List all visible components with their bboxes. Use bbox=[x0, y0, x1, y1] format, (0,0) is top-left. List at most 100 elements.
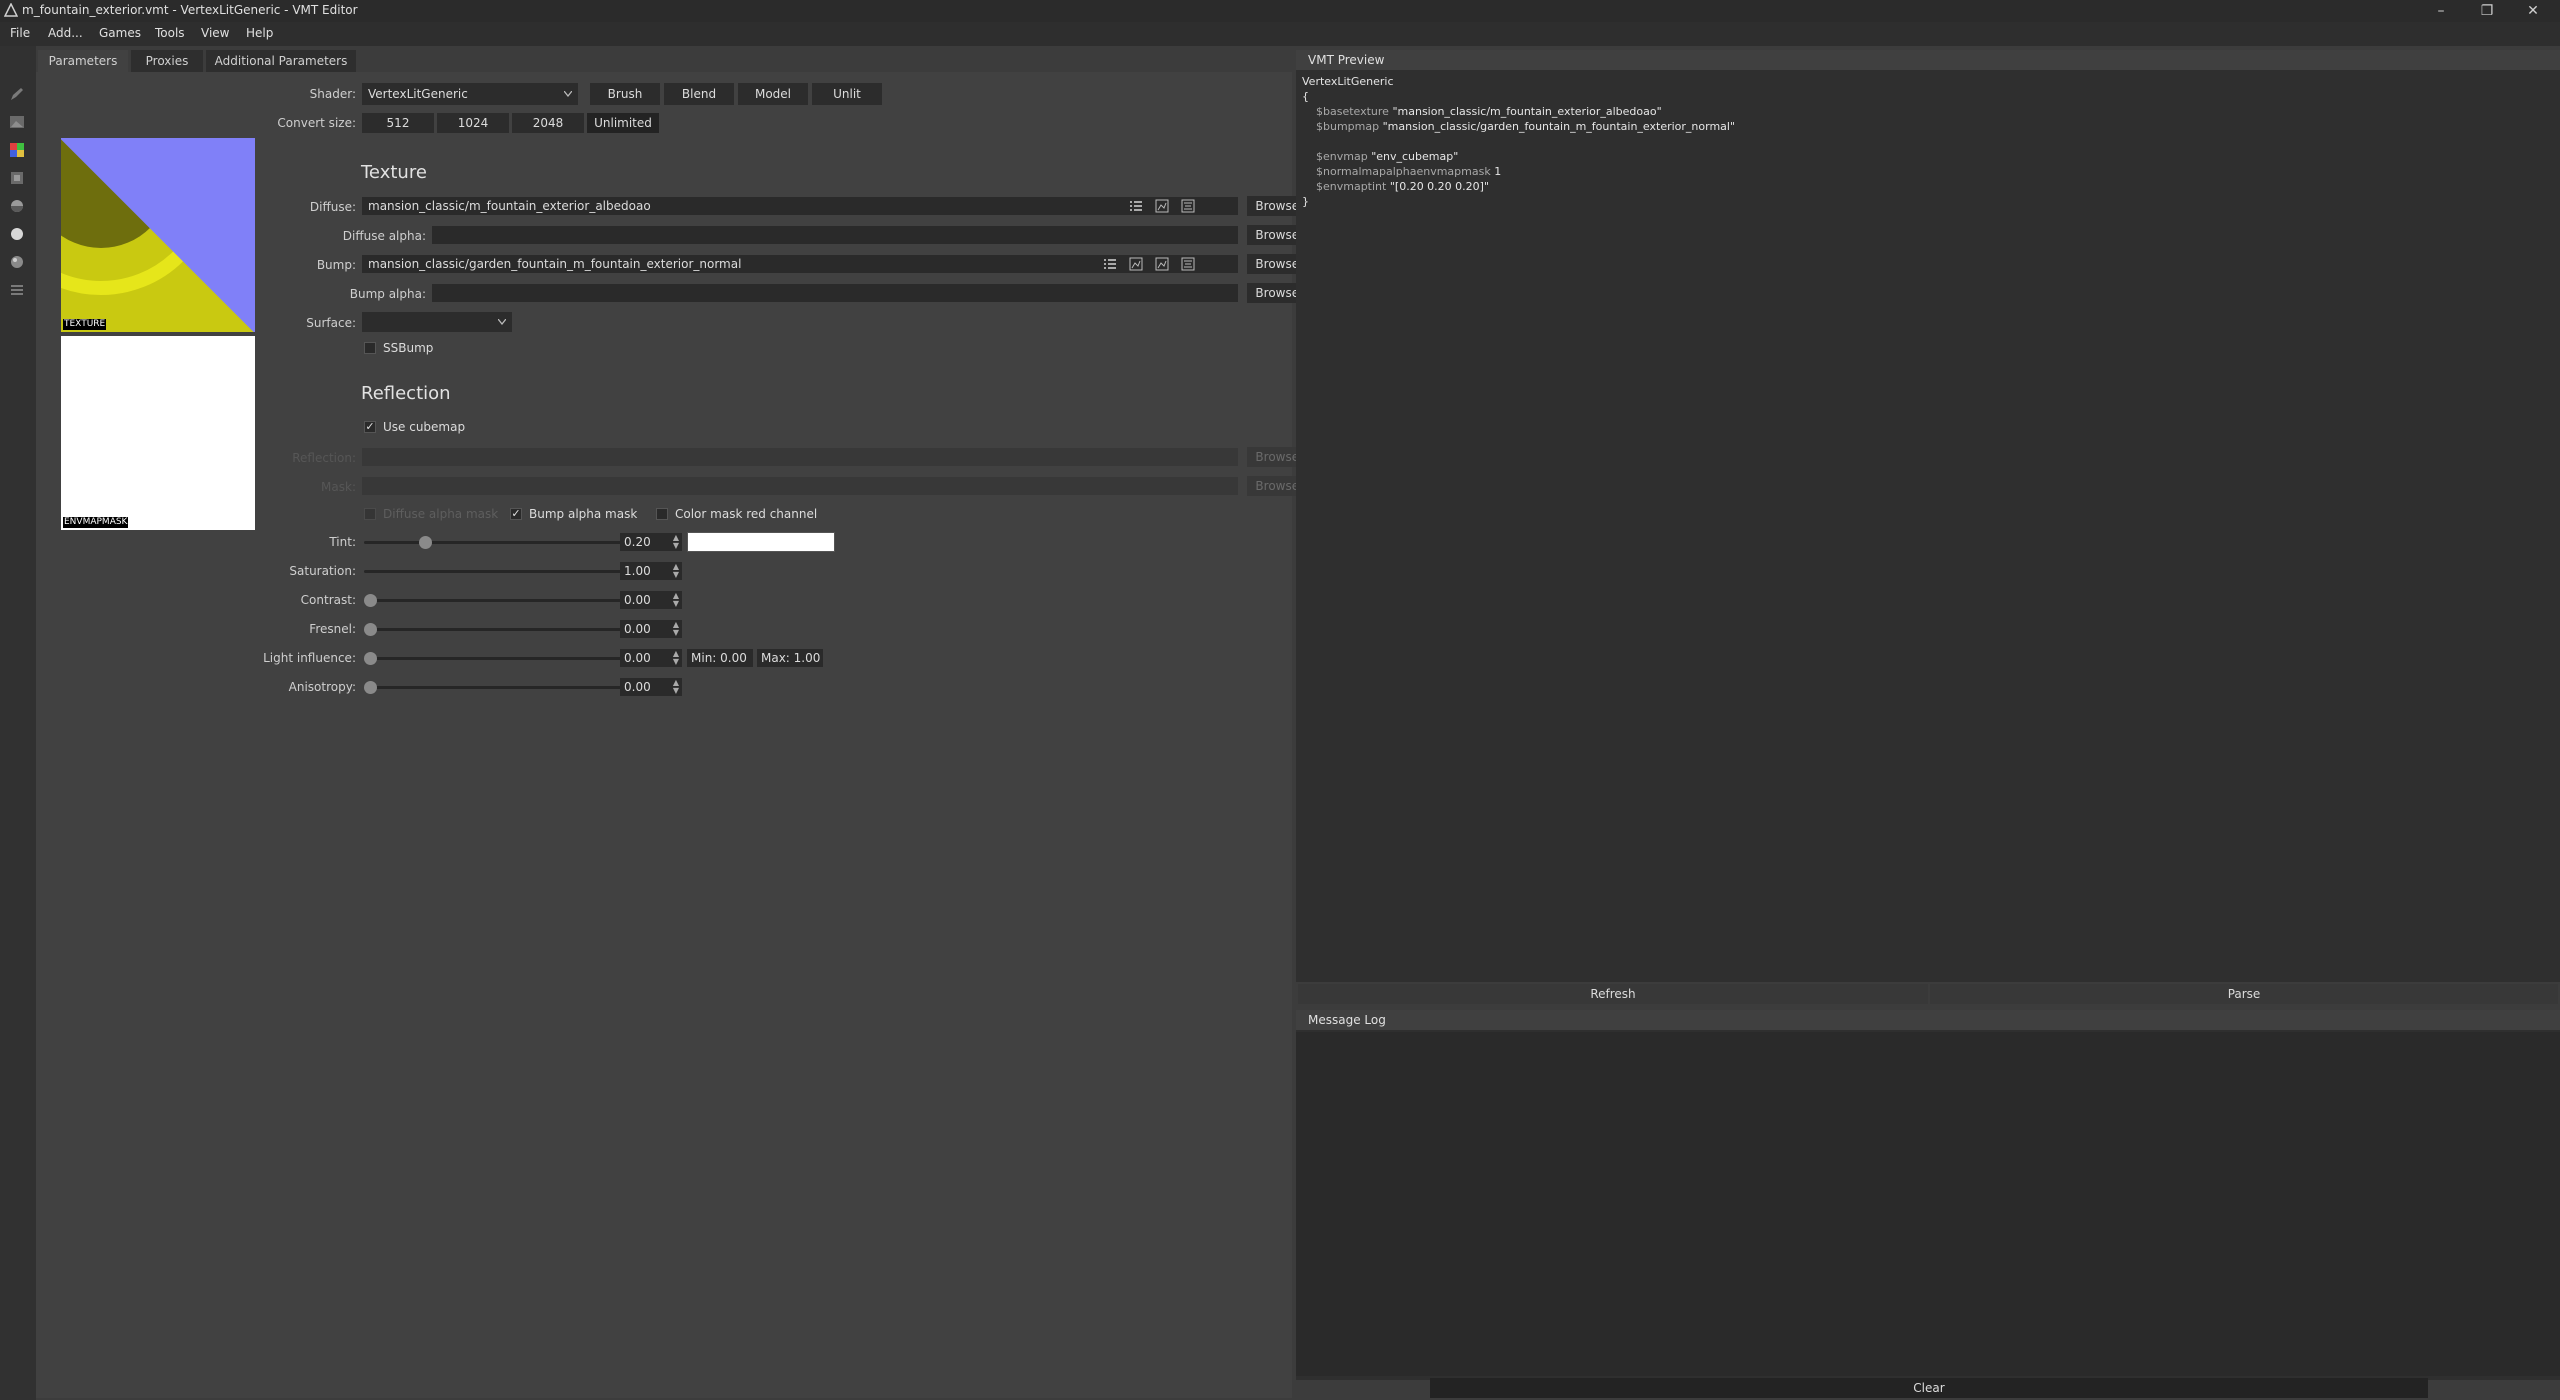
contrast-slider-handle[interactable] bbox=[364, 594, 377, 607]
fresnel-spinbox[interactable]: 0.00 ▲ ▼ bbox=[620, 620, 682, 638]
cubemap-label: Reflection: bbox=[292, 451, 356, 465]
unlit-button[interactable]: Unlit bbox=[812, 83, 882, 105]
menu-help[interactable]: Help bbox=[246, 26, 273, 40]
list-icon[interactable] bbox=[1103, 257, 1117, 271]
light-influence-spinbox[interactable]: 0.00 ▲ ▼ bbox=[620, 649, 682, 667]
message-log-text[interactable] bbox=[1296, 1032, 2560, 1376]
light-influence-min-value: Min: 0.00 bbox=[691, 651, 747, 665]
shader-select[interactable]: VertexLitGeneric bbox=[362, 83, 578, 105]
chevron-down-icon bbox=[564, 91, 572, 97]
color-palette-icon[interactable] bbox=[9, 142, 25, 158]
parse-button[interactable]: Parse bbox=[1930, 984, 2558, 1004]
fresnel-slider[interactable] bbox=[364, 628, 650, 631]
vmt-open-brace: { bbox=[1302, 90, 1309, 103]
light-influence-slider[interactable] bbox=[364, 657, 650, 660]
spin-arrows-icon[interactable]: ▲ ▼ bbox=[673, 563, 679, 579]
mask-field bbox=[362, 477, 1238, 495]
sphere-half-icon[interactable] bbox=[9, 198, 25, 214]
surface-select[interactable] bbox=[362, 312, 512, 332]
bump-value: mansion_classic/garden_fountain_m_founta… bbox=[368, 257, 742, 271]
bump-alpha-mask-checkbox[interactable]: ✓ bbox=[510, 508, 522, 520]
restore-button[interactable]: ❐ bbox=[2464, 0, 2510, 22]
edit-image-icon[interactable] bbox=[1155, 199, 1169, 213]
image-resize-icon[interactable] bbox=[1181, 257, 1195, 271]
fresnel-value: 0.00 bbox=[624, 622, 651, 636]
envmapmask-preview[interactable]: ENVMAPMASK bbox=[61, 336, 255, 530]
tint-color-swatch[interactable] bbox=[687, 532, 835, 552]
color-mask-red-checkbox[interactable] bbox=[656, 508, 668, 520]
menu-file[interactable]: File bbox=[10, 26, 30, 40]
menu-tools[interactable]: Tools bbox=[155, 26, 185, 40]
spin-arrows-icon[interactable]: ▲ ▼ bbox=[673, 534, 679, 550]
vmt-param-key: $basetexture bbox=[1316, 105, 1389, 118]
spin-arrows-icon[interactable]: ▲ ▼ bbox=[673, 592, 679, 608]
light-influence-min-spinbox[interactable]: Min: 0.00 bbox=[687, 649, 753, 667]
vmt-param-key: $normalmapalphaenvmapmask bbox=[1316, 165, 1491, 178]
tint-slider[interactable] bbox=[364, 541, 650, 544]
vmt-preview-text[interactable]: VertexLitGeneric { $basetexture "mansion… bbox=[1302, 74, 2552, 964]
layers-icon[interactable] bbox=[9, 170, 25, 186]
tint-spinbox[interactable]: 0.20 ▲ ▼ bbox=[620, 533, 682, 551]
anisotropy-slider[interactable] bbox=[364, 686, 650, 689]
convert-2048-button[interactable]: 2048 bbox=[512, 113, 584, 133]
light-influence-slider-handle[interactable] bbox=[364, 652, 377, 665]
vmt-param-line bbox=[1302, 135, 1320, 148]
edit-image-icon[interactable] bbox=[1155, 257, 1169, 271]
cubemap-field bbox=[362, 448, 1238, 466]
ssbump-checkbox[interactable] bbox=[364, 342, 376, 354]
pencil-icon[interactable] bbox=[9, 86, 25, 102]
convert-unlimited-button[interactable]: Unlimited bbox=[587, 113, 659, 133]
refresh-button[interactable]: Refresh bbox=[1298, 984, 1928, 1004]
sphere-icon[interactable] bbox=[9, 226, 25, 242]
diffuse-field[interactable]: mansion_classic/m_fountain_exterior_albe… bbox=[362, 197, 1238, 215]
menu-view[interactable]: View bbox=[201, 26, 229, 40]
minimize-button[interactable]: – bbox=[2418, 0, 2464, 22]
anisotropy-spinbox[interactable]: 0.00 ▲ ▼ bbox=[620, 678, 682, 696]
message-log-panel: Message Log bbox=[1296, 1010, 2560, 1380]
brush-button[interactable]: Brush bbox=[590, 83, 660, 105]
tab-proxies[interactable]: Proxies bbox=[131, 50, 203, 72]
use-cubemap-checkbox[interactable]: ✓ bbox=[364, 421, 376, 433]
vmt-param-line: $normalmapalphaenvmapmask 1 bbox=[1302, 165, 1501, 178]
fresnel-slider-handle[interactable] bbox=[364, 623, 377, 636]
spin-arrows-icon[interactable]: ▲ ▼ bbox=[673, 621, 679, 637]
light-influence-label: Light influence: bbox=[263, 651, 356, 665]
spin-arrows-icon[interactable]: ▲ ▼ bbox=[673, 679, 679, 695]
diffuse-value: mansion_classic/m_fountain_exterior_albe… bbox=[368, 199, 651, 213]
message-log-title: Message Log bbox=[1296, 1010, 2560, 1030]
edit-image-icon[interactable] bbox=[1129, 257, 1143, 271]
convert-512-button[interactable]: 512 bbox=[362, 113, 434, 133]
texture-preview[interactable]: TEXTURE bbox=[61, 138, 255, 332]
tab-additional-parameters[interactable]: Additional Parameters bbox=[206, 50, 356, 72]
tab-parameters[interactable]: Parameters bbox=[38, 50, 128, 72]
image-resize-icon[interactable] bbox=[1181, 199, 1195, 213]
list-icon[interactable] bbox=[9, 282, 25, 298]
vmt-param-line: $bumpmap "mansion_classic/garden_fountai… bbox=[1302, 120, 1735, 133]
contrast-slider[interactable] bbox=[364, 599, 650, 602]
vmt-preview-panel: VMT Preview VertexLitGeneric { $basetext… bbox=[1296, 50, 2560, 982]
spin-arrows-icon[interactable]: ▲ ▼ bbox=[673, 650, 679, 666]
convert-size-label: Convert size: bbox=[277, 116, 356, 130]
close-button[interactable]: ✕ bbox=[2510, 0, 2556, 22]
diffuse-alpha-field[interactable] bbox=[432, 226, 1238, 244]
convert-1024-button[interactable]: 1024 bbox=[437, 113, 509, 133]
sphere-shaded-icon[interactable] bbox=[9, 254, 25, 270]
light-influence-value: 0.00 bbox=[624, 651, 651, 665]
blend-button[interactable]: Blend bbox=[664, 83, 734, 105]
light-influence-max-spinbox[interactable]: Max: 1.00 bbox=[757, 649, 823, 667]
shader-label: Shader: bbox=[309, 87, 356, 101]
saturation-spinbox[interactable]: 1.00 ▲ ▼ bbox=[620, 562, 682, 580]
anisotropy-slider-handle[interactable] bbox=[364, 681, 377, 694]
model-button[interactable]: Model bbox=[738, 83, 808, 105]
clear-button[interactable]: Clear bbox=[1430, 1378, 2428, 1398]
menu-add[interactable]: Add... bbox=[48, 26, 83, 40]
menu-games[interactable]: Games bbox=[99, 26, 141, 40]
bump-alpha-field[interactable] bbox=[432, 284, 1238, 302]
image-icon[interactable] bbox=[9, 114, 25, 130]
vmt-param-line: $basetexture "mansion_classic/m_fountain… bbox=[1302, 105, 1662, 118]
saturation-slider[interactable] bbox=[364, 570, 650, 573]
contrast-spinbox[interactable]: 0.00 ▲ ▼ bbox=[620, 591, 682, 609]
tint-slider-handle[interactable] bbox=[419, 536, 432, 549]
vmt-param-value: "mansion_classic/m_fountain_exterior_alb… bbox=[1392, 105, 1662, 118]
list-icon[interactable] bbox=[1129, 199, 1143, 213]
